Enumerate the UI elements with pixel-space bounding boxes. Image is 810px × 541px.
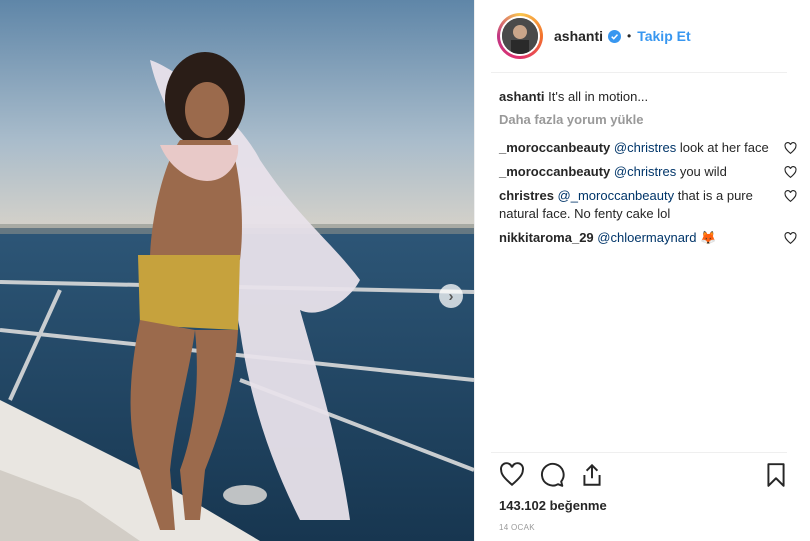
post-date[interactable]: 14 OCAK [499, 523, 535, 532]
comment-text: 🦊 [696, 230, 717, 245]
comment-username[interactable]: nikkitaroma_29 [499, 230, 594, 245]
comment-mention[interactable]: @christres [614, 140, 676, 155]
avatar[interactable] [500, 16, 540, 56]
comments-list: ashanti It's all in motion... Daha fazla… [499, 88, 799, 253]
comment-text: look at her face [676, 140, 769, 155]
caption-text: It's all in motion... [548, 89, 649, 104]
next-photo-button[interactable]: › [439, 284, 463, 308]
heart-icon[interactable] [499, 462, 525, 488]
follow-button[interactable]: Takip Et [637, 28, 690, 44]
heart-icon[interactable] [784, 190, 797, 203]
comment-item: _moroccanbeauty @christres look at her f… [499, 139, 799, 157]
caption-username[interactable]: ashanti [499, 89, 545, 104]
avatar-story-ring[interactable] [497, 13, 543, 59]
username[interactable]: ashanti [554, 28, 603, 44]
caption: ashanti It's all in motion... [499, 88, 799, 106]
heart-icon[interactable] [784, 166, 797, 179]
comment-text: you wild [676, 164, 727, 179]
post-photo[interactable]: › [0, 0, 474, 541]
comment-item: _moroccanbeauty @christres you wild [499, 163, 799, 181]
comment-item: nikkitaroma_29 @chloermaynard 🦊 [499, 229, 799, 247]
bookmark-icon[interactable] [763, 462, 789, 488]
comment-icon[interactable] [539, 462, 565, 488]
share-icon[interactable] [579, 462, 605, 488]
header-divider [491, 72, 787, 73]
comment-username[interactable]: christres [499, 188, 554, 203]
comment-username[interactable]: _moroccanbeauty [499, 140, 610, 155]
verified-badge-icon [608, 29, 622, 43]
comment-username[interactable]: _moroccanbeauty [499, 164, 610, 179]
comment-item: christres @_moroccanbeauty that is a pur… [499, 187, 799, 223]
post-header: ashanti • Takip Et [475, 0, 810, 72]
comment-mention[interactable]: @_moroccanbeauty [558, 188, 675, 203]
post-details-panel: ashanti • Takip Et ashanti It's all in m… [474, 0, 810, 541]
photo-image [0, 0, 474, 541]
heart-icon[interactable] [784, 232, 797, 245]
post-actions [497, 462, 793, 490]
comment-mention[interactable]: @chloermaynard [597, 230, 696, 245]
likes-count[interactable]: 143.102 beğenme [499, 498, 607, 513]
actions-divider [491, 452, 787, 453]
comment-mention[interactable]: @christres [614, 164, 676, 179]
separator-dot: • [627, 29, 632, 43]
chevron-right-icon: › [448, 287, 454, 305]
load-more-comments-button[interactable]: Daha fazla yorum yükle [499, 112, 799, 127]
heart-icon[interactable] [784, 142, 797, 155]
